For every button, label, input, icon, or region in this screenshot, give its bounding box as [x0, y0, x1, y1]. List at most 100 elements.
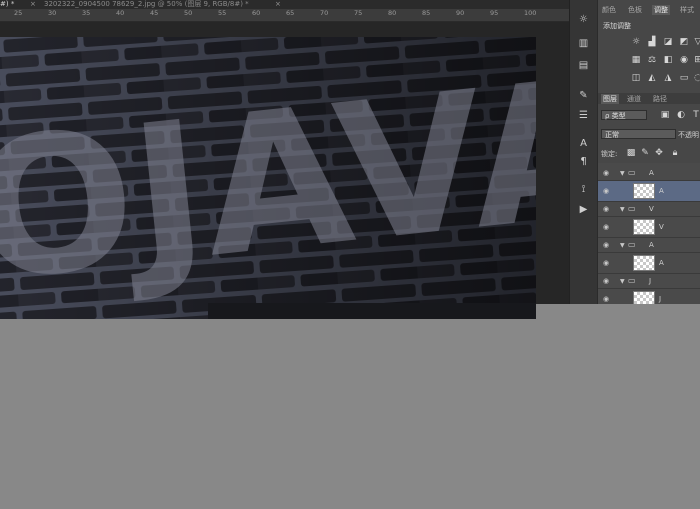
gradient-map-icon[interactable]: ▭	[679, 74, 689, 83]
close-tab-icon[interactable]: ×	[30, 0, 36, 9]
paragraph-icon[interactable]: ¶	[570, 154, 597, 170]
sun-icon[interactable]: ☼	[570, 12, 597, 28]
lock-pixels-icon[interactable]: ▩	[626, 149, 636, 158]
balance-icon[interactable]: ⚖	[647, 56, 657, 65]
layer-group-name: V	[649, 205, 654, 213]
ruler-label: 85	[422, 9, 431, 17]
layer-thumbnail	[633, 219, 655, 235]
tab-adjustments[interactable]: 调整	[652, 5, 670, 15]
ruler-label: 70	[320, 9, 329, 17]
ruler-label: 25	[14, 9, 23, 17]
ruler-label: 90	[456, 9, 465, 17]
brush-icon[interactable]: ✎	[570, 88, 597, 104]
layer-name: V	[659, 223, 664, 231]
folder-icon: ▭	[628, 204, 636, 213]
layer-row-selected[interactable]: ◉ A	[598, 181, 700, 202]
expand-chevron-icon[interactable]: ▼	[620, 278, 625, 285]
visibility-eye-icon[interactable]: ◉	[603, 169, 609, 177]
photo-filter-icon[interactable]: ◉	[679, 56, 689, 65]
visibility-eye-icon[interactable]: ◉	[603, 277, 609, 285]
ruler-label: 35	[82, 9, 91, 17]
tab-paths[interactable]: 路径	[653, 94, 667, 104]
folder-icon: ▭	[628, 276, 636, 285]
ruler-label: 80	[388, 9, 397, 17]
layer-group-row[interactable]: ◉ ▼ ▭ A	[598, 238, 700, 253]
visibility-eye-icon[interactable]: ◉	[603, 241, 609, 249]
type-filter-icon[interactable]: T	[691, 111, 700, 120]
close-tab-icon[interactable]: ×	[275, 0, 281, 9]
sliders-icon[interactable]: ☰	[570, 108, 597, 124]
blend-mode-select[interactable]: 正常	[601, 129, 676, 139]
path-icon[interactable]: ⟟	[570, 182, 597, 198]
tab-layers[interactable]: 图层	[601, 94, 619, 104]
ruler-label: 30	[48, 9, 57, 17]
layer-row[interactable]: ◉ J	[598, 289, 700, 304]
text-a-icon[interactable]: A	[570, 136, 597, 152]
horizontal-ruler[interactable]: 25 30 35 40 45 50 55 60 65 70 75 80 85 9…	[0, 9, 569, 22]
visibility-eye-icon[interactable]: ◉	[603, 187, 609, 195]
expand-chevron-icon[interactable]: ▼	[620, 170, 625, 177]
visibility-eye-icon[interactable]: ◉	[603, 259, 609, 267]
brightness-icon[interactable]: ☼	[631, 38, 641, 47]
ruler-label: 45	[150, 9, 159, 17]
layer-group-row[interactable]: ◉ ▼ ▭ J	[598, 274, 700, 289]
layer-group-name: A	[649, 169, 654, 177]
tab-styles[interactable]: 样式	[680, 5, 694, 15]
layer-name: A	[659, 259, 664, 267]
layer-group-name: A	[649, 241, 654, 249]
tab-swatches[interactable]: 色板	[628, 5, 642, 15]
folder-icon: ▭	[628, 168, 636, 177]
expand-chevron-icon[interactable]: ▼	[620, 206, 625, 213]
visibility-eye-icon[interactable]: ◉	[603, 295, 609, 303]
image-edge	[208, 303, 536, 319]
opacity-label: 不透明	[678, 131, 699, 139]
ruler-label: 65	[286, 9, 295, 17]
mixer-icon[interactable]: ⊞	[693, 56, 700, 65]
panel-icon-strip: ☼ ▥ ▤ ✎ ☰ A ¶ ⟟ ▶	[569, 0, 597, 304]
tab-color[interactable]: 颜色	[602, 5, 616, 15]
curves-icon[interactable]: ◪	[663, 38, 673, 47]
adjustments-title: 添加调整	[603, 22, 631, 30]
layer-filter-select[interactable]: ρ 类型	[601, 110, 647, 120]
folder-icon: ▭	[628, 240, 636, 249]
layer-name: A	[659, 187, 664, 195]
levels-icon[interactable]: ▟	[647, 38, 657, 47]
layer-group-row[interactable]: ◉ ▼ ▭ V	[598, 202, 700, 217]
bw-icon[interactable]: ◧	[663, 56, 673, 65]
document-tab-bar: #) * × 3202322_0904500 78629_2.jpg @ 50%…	[0, 0, 569, 9]
expand-chevron-icon[interactable]: ▼	[620, 242, 625, 249]
layer-thumbnail	[633, 183, 655, 199]
layer-group-row[interactable]: ◉ ▼ ▭ A	[598, 166, 700, 181]
layer-group-name: J	[649, 277, 652, 285]
posterize-icon[interactable]: ◭	[647, 74, 657, 83]
visibility-eye-icon[interactable]: ◉	[603, 205, 609, 213]
lock-all-icon[interactable]: 🔒︎	[670, 149, 680, 158]
layer-row[interactable]: ◉ A	[598, 253, 700, 274]
layers-tab-bar: 图层 通道 路径	[598, 93, 700, 104]
swatch-icon[interactable]: ▤	[570, 58, 597, 74]
lock-move-icon[interactable]: ✥	[654, 149, 664, 158]
exposure-icon[interactable]: ◩	[679, 38, 689, 47]
layer-row[interactable]: ◉ V	[598, 217, 700, 238]
brick-wall-graphic: OJAVA	[0, 37, 536, 319]
visibility-eye-icon[interactable]: ◉	[603, 223, 609, 231]
tab-channels[interactable]: 通道	[627, 94, 641, 104]
histogram-icon[interactable]: ▥	[570, 36, 597, 52]
ruler-label: 95	[490, 9, 499, 17]
hue-icon[interactable]: ▦	[631, 56, 641, 65]
ruler-label: 100	[524, 9, 537, 17]
threshold-icon[interactable]: ◮	[663, 74, 673, 83]
active-document-tab[interactable]: #) *	[0, 0, 14, 9]
adjust-filter-icon[interactable]: ◐	[676, 111, 686, 120]
selective-color-icon[interactable]: ◌	[693, 74, 700, 83]
brick-wall-image[interactable]: OJAVA	[0, 37, 536, 319]
ruler-label: 50	[184, 9, 193, 17]
lock-brush-icon[interactable]: ✎	[640, 149, 650, 158]
ruler-label: 75	[354, 9, 363, 17]
invert-icon[interactable]: ◫	[631, 74, 641, 83]
layer-thumbnail	[633, 291, 655, 304]
image-filter-icon[interactable]: ▣	[660, 111, 670, 120]
vibrance-icon[interactable]: ▽	[693, 38, 700, 47]
play-icon[interactable]: ▶	[570, 202, 597, 218]
inactive-document-tab[interactable]: 3202322_0904500 78629_2.jpg @ 50% (图层 9,…	[44, 0, 249, 9]
